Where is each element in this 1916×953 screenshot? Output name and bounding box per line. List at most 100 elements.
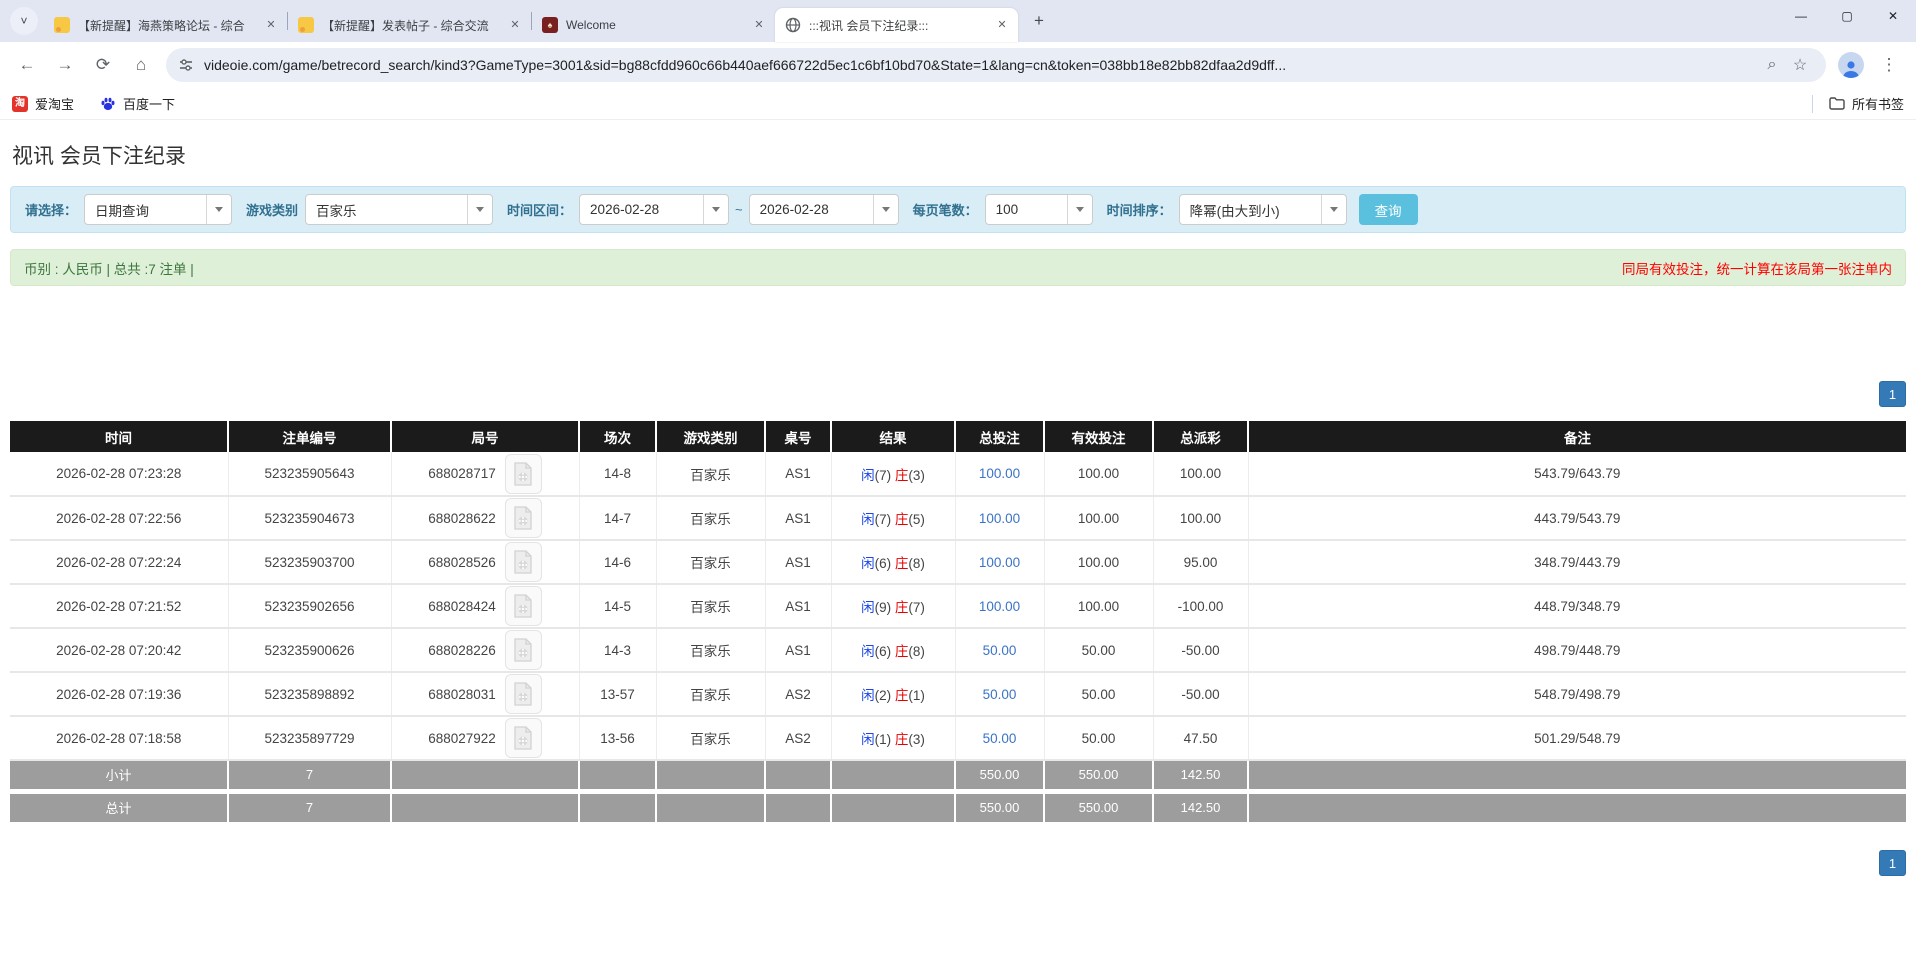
- url-text: videoie.com/game/betrecord_search/kind3?…: [204, 57, 1758, 73]
- cell-bet-id: 523235904673: [228, 496, 391, 540]
- sum-count: 7: [228, 791, 391, 822]
- table-footer: 小计7550.00550.00142.50总计7550.00550.00142.…: [10, 760, 1906, 822]
- date-from-select[interactable]: 2026-02-28: [579, 194, 729, 225]
- forward-icon[interactable]: →: [48, 48, 82, 82]
- bookmark-taobao[interactable]: 淘 爱淘宝: [12, 94, 74, 113]
- total-bet-link[interactable]: 100.00: [979, 466, 1020, 481]
- tab-welcome[interactable]: ♠ Welcome ✕: [532, 8, 775, 42]
- tab-forum[interactable]: 【新提醒】海燕策略论坛 - 综合 ✕: [44, 8, 287, 42]
- result-banker-label: 庄: [895, 600, 909, 615]
- cell-game: 百家乐: [656, 452, 765, 496]
- round-number: 688028622: [428, 511, 496, 526]
- total-bet-link[interactable]: 100.00: [979, 555, 1020, 570]
- query-type-select[interactable]: 日期查询: [84, 194, 232, 225]
- subtotal-row: 小计7550.00550.00142.50: [10, 760, 1906, 791]
- chevron-down-icon[interactable]: [1321, 195, 1346, 224]
- result-banker-label: 庄: [895, 732, 909, 747]
- cell-payout: 100.00: [1153, 452, 1248, 496]
- minimize-button[interactable]: —: [1778, 0, 1824, 32]
- page-number-button[interactable]: 1: [1879, 381, 1906, 407]
- cell-round: 688028424: [391, 584, 579, 628]
- url-bar[interactable]: videoie.com/game/betrecord_search/kind3?…: [166, 48, 1826, 82]
- profile-avatar[interactable]: [1838, 52, 1864, 78]
- close-window-button[interactable]: ✕: [1870, 0, 1916, 32]
- back-icon[interactable]: ←: [10, 48, 44, 82]
- all-bookmarks-button[interactable]: 所有书签: [1829, 94, 1904, 113]
- video-replay-button[interactable]: [505, 542, 542, 582]
- total-bet-link[interactable]: 100.00: [979, 511, 1020, 526]
- cell-total-bet: 100.00: [955, 584, 1044, 628]
- chevron-down-icon[interactable]: [467, 195, 492, 224]
- table-row: 2026-02-28 07:22:56523235904673688028622…: [10, 496, 1906, 540]
- column-header: 结果: [831, 421, 955, 452]
- new-tab-button[interactable]: +: [1026, 8, 1052, 34]
- video-replay-button[interactable]: [505, 630, 542, 670]
- total-row: 总计7550.00550.00142.50: [10, 791, 1906, 822]
- bookmarks-divider: [1812, 95, 1813, 113]
- cell-note: 498.79/448.79: [1248, 628, 1906, 672]
- cell-note: 543.79/643.79: [1248, 452, 1906, 496]
- total-bet-link[interactable]: 100.00: [979, 599, 1020, 614]
- total-bet-link[interactable]: 50.00: [983, 687, 1017, 702]
- total-bet-link[interactable]: 50.00: [983, 731, 1017, 746]
- page-number-button[interactable]: 1: [1879, 850, 1906, 876]
- sum-empty-cell: [391, 760, 579, 791]
- bookmark-star-icon[interactable]: ☆: [1786, 51, 1814, 79]
- search-button[interactable]: 查询: [1359, 194, 1418, 225]
- video-replay-button[interactable]: [505, 718, 542, 758]
- sum-label: 小计: [10, 760, 228, 791]
- cell-total-bet: 100.00: [955, 540, 1044, 584]
- cell-payout: 47.50: [1153, 716, 1248, 760]
- sum-empty-cell: [656, 760, 765, 791]
- cell-round: 688028717: [391, 452, 579, 496]
- page-size-select[interactable]: 100: [985, 194, 1093, 225]
- cell-table-no: AS2: [765, 716, 831, 760]
- round-number: 688028526: [428, 555, 496, 570]
- cell-bet-id: 523235897729: [228, 716, 391, 760]
- chevron-down-icon[interactable]: [1067, 195, 1092, 224]
- round-number: 688028717: [428, 466, 496, 481]
- cell-total-bet: 50.00: [955, 628, 1044, 672]
- home-icon[interactable]: ⌂: [124, 48, 158, 82]
- sort-select[interactable]: 降幂(由大到小): [1179, 194, 1347, 225]
- video-replay-button[interactable]: [505, 498, 542, 538]
- cell-time: 2026-02-28 07:21:52: [10, 584, 228, 628]
- cell-bet-id: 523235905643: [228, 452, 391, 496]
- date-to-select[interactable]: 2026-02-28: [749, 194, 899, 225]
- cell-game: 百家乐: [656, 716, 765, 760]
- cell-valid-bet: 50.00: [1044, 628, 1153, 672]
- zoom-icon[interactable]: ⌕: [1758, 51, 1786, 79]
- tab-list-chevron-icon[interactable]: ˅: [10, 7, 38, 35]
- game-type-value: 百家乐: [306, 195, 467, 224]
- browser-menu-icon[interactable]: ⋮: [1872, 48, 1906, 82]
- close-icon[interactable]: ✕: [507, 17, 523, 33]
- cell-result: 闲(6) 庄(8): [831, 628, 955, 672]
- bookmark-label: 百度一下: [123, 94, 175, 113]
- cell-result: 闲(1) 庄(3): [831, 716, 955, 760]
- chevron-down-icon[interactable]: [206, 195, 231, 224]
- cell-note: 443.79/543.79: [1248, 496, 1906, 540]
- reload-icon[interactable]: ⟳: [86, 48, 120, 82]
- tab-post[interactable]: 【新提醒】发表帖子 - 综合交流 ✕: [288, 8, 531, 42]
- cell-round: 688027922: [391, 716, 579, 760]
- chevron-down-icon[interactable]: [703, 195, 728, 224]
- game-type-select[interactable]: 百家乐: [305, 194, 493, 225]
- close-icon[interactable]: ✕: [994, 17, 1010, 33]
- bookmark-baidu[interactable]: 百度一下: [100, 94, 175, 113]
- sum-payout: 142.50: [1153, 760, 1248, 791]
- video-replay-button[interactable]: [505, 674, 542, 714]
- close-icon[interactable]: ✕: [751, 17, 767, 33]
- cell-total-bet: 50.00: [955, 672, 1044, 716]
- video-replay-button[interactable]: [505, 454, 542, 494]
- maximize-button[interactable]: ▢: [1824, 0, 1870, 32]
- site-info-icon[interactable]: [178, 57, 194, 73]
- cell-result: 闲(6) 庄(8): [831, 540, 955, 584]
- total-bet-link[interactable]: 50.00: [983, 643, 1017, 658]
- result-player-label: 闲: [861, 468, 875, 483]
- video-replay-button[interactable]: [505, 586, 542, 626]
- tab-bet-records-active[interactable]: :::视讯 会员下注纪录::: ✕: [775, 8, 1018, 42]
- baidu-paw-icon: [100, 96, 116, 112]
- chevron-down-icon[interactable]: [873, 195, 898, 224]
- cell-table-no: AS2: [765, 672, 831, 716]
- close-icon[interactable]: ✕: [263, 17, 279, 33]
